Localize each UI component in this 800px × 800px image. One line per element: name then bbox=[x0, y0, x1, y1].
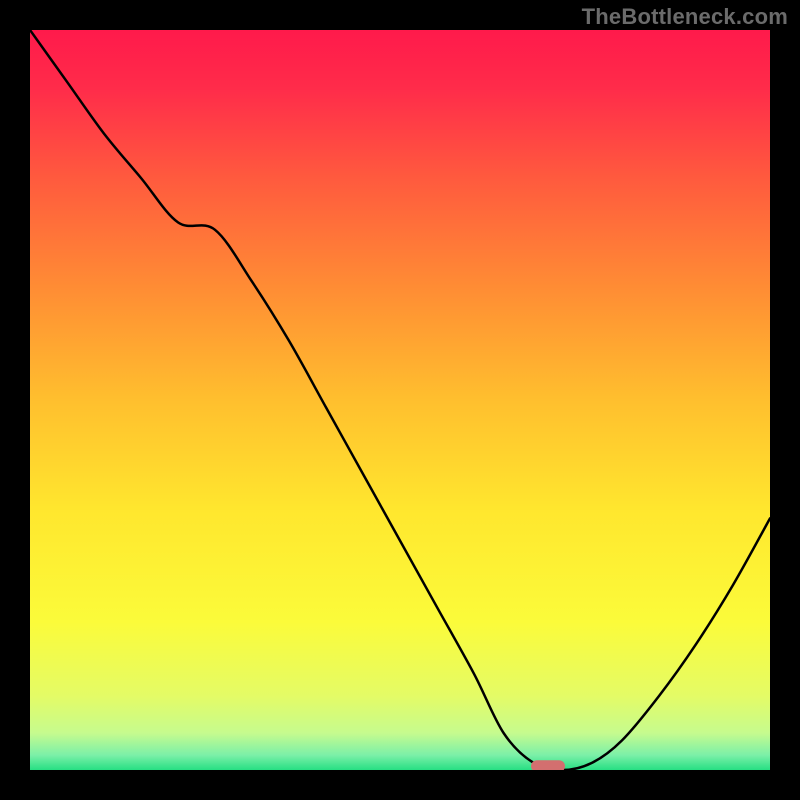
optimal-marker bbox=[531, 760, 565, 770]
watermark-label: TheBottleneck.com bbox=[582, 4, 788, 30]
bottleneck-chart bbox=[30, 30, 770, 770]
chart-frame: TheBottleneck.com bbox=[0, 0, 800, 800]
gradient-background bbox=[30, 30, 770, 770]
